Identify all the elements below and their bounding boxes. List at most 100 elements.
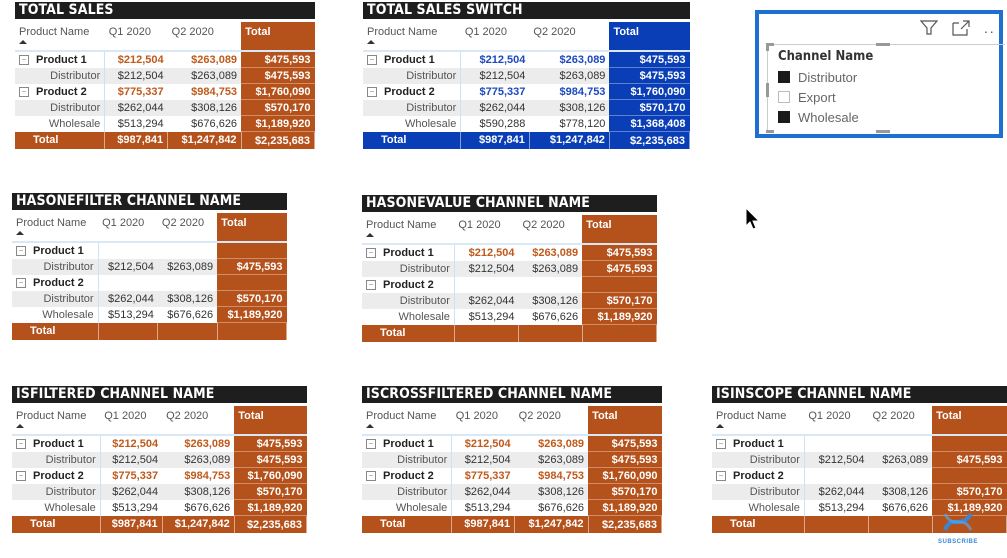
column-header-q1[interactable]: Q1 2020 xyxy=(461,22,530,51)
slicer-item-distributor[interactable]: Distributor xyxy=(778,67,1005,87)
row-header[interactable]: − Product 1 xyxy=(363,51,462,68)
row-header[interactable]: − Product 1 xyxy=(12,242,99,259)
resize-handle[interactable] xyxy=(876,43,890,46)
sort-ascending-icon[interactable] xyxy=(16,424,24,428)
resize-handle[interactable] xyxy=(766,83,769,97)
column-header-product-name[interactable]: Product Name xyxy=(12,406,100,435)
column-header-q2[interactable]: Q2 2020 xyxy=(529,22,609,51)
row-header[interactable]: − Product 1 xyxy=(362,244,455,261)
row-header[interactable]: − Product 2 xyxy=(712,467,805,484)
sort-ascending-icon[interactable] xyxy=(19,40,27,44)
resize-handle[interactable] xyxy=(876,130,890,133)
collapse-icon[interactable]: − xyxy=(16,470,26,481)
sort-ascending-icon[interactable] xyxy=(716,424,724,428)
collapse-icon[interactable]: − xyxy=(366,279,376,290)
sort-ascending-icon[interactable] xyxy=(366,233,374,237)
checkbox[interactable] xyxy=(778,111,790,123)
matrix-isfiltered[interactable]: ISFILTERED CHANNEL NAME Product Name Q1 20… xyxy=(12,386,308,533)
collapse-icon[interactable]: − xyxy=(367,54,377,65)
column-header-total[interactable]: Total xyxy=(588,406,662,435)
row-header[interactable]: − Product 1 xyxy=(362,435,453,452)
matrix-hasonefilter[interactable]: HASONEFILTER CHANNEL NAME Product Name Q1 … xyxy=(12,193,288,340)
column-header-product-name[interactable]: Product Name xyxy=(712,406,804,435)
checkbox[interactable] xyxy=(778,91,790,103)
collapse-icon[interactable]: − xyxy=(19,86,29,97)
column-header-q2[interactable]: Q2 2020 xyxy=(158,213,217,242)
collapse-icon[interactable]: − xyxy=(366,438,376,449)
total-q1: $987,841 xyxy=(104,131,169,149)
cell-q2: $308,126 xyxy=(868,483,933,500)
cell-q2: $263,089 xyxy=(184,437,231,450)
sort-ascending-icon[interactable] xyxy=(16,231,24,235)
collapse-icon[interactable]: − xyxy=(16,277,26,288)
sort-ascending-icon[interactable] xyxy=(367,40,375,44)
collapse-icon[interactable]: − xyxy=(16,438,26,449)
column-header-total[interactable]: Total xyxy=(932,406,1007,435)
row-header[interactable]: − Product 1 xyxy=(15,51,106,68)
row-header[interactable]: − Product 1 xyxy=(712,435,805,452)
collapse-icon[interactable]: − xyxy=(716,438,726,449)
cell-total xyxy=(217,242,287,259)
collapse-icon[interactable]: − xyxy=(367,86,377,97)
column-header-q1[interactable]: Q1 2020 xyxy=(100,406,162,435)
row-header[interactable]: − Product 2 xyxy=(362,467,453,484)
row-header[interactable]: − Product 1 xyxy=(12,435,101,452)
cell-q1: $513,294 xyxy=(464,501,511,514)
column-header-q1[interactable]: Q1 2020 xyxy=(98,213,158,242)
collapse-icon[interactable]: − xyxy=(716,470,726,481)
column-header-q1[interactable]: Q1 2020 xyxy=(804,406,868,435)
collapse-icon[interactable]: − xyxy=(19,54,29,65)
column-header-q2[interactable]: Q2 2020 xyxy=(515,406,588,435)
column-header-product-name[interactable]: Product Name xyxy=(362,406,452,435)
detail-row: Distributor $262,044 $308,126 $570,170 xyxy=(12,483,307,500)
column-header-q1[interactable]: Q1 2020 xyxy=(454,215,518,244)
column-header-total[interactable]: Total xyxy=(217,213,287,242)
focus-mode-icon[interactable] xyxy=(952,20,970,41)
collapse-icon[interactable]: − xyxy=(16,245,26,256)
column-header-q2[interactable]: Q2 2020 xyxy=(519,215,583,244)
column-header-product-name[interactable]: Product Name xyxy=(12,213,98,242)
filter-icon[interactable] xyxy=(919,20,938,41)
sort-ascending-icon[interactable] xyxy=(366,424,374,428)
channel-name-slicer[interactable]: ·· Channel Name Distributor Export Wholesa… xyxy=(755,10,1005,138)
column-header-q1[interactable]: Q1 2020 xyxy=(452,406,515,435)
row-header[interactable]: − Product 2 xyxy=(12,274,99,291)
cell-q2: $308,126 xyxy=(167,99,242,116)
group-row: − Product 1 xyxy=(12,242,287,259)
column-header-total[interactable]: Total xyxy=(609,22,690,51)
subscribe-watermark[interactable]: SUBSCRIBE xyxy=(938,510,978,545)
collapse-icon[interactable]: − xyxy=(366,247,376,258)
group-row: − Product 2 $775,337 $984,753 $1,760,090 xyxy=(362,467,662,484)
row-header[interactable]: − Product 2 xyxy=(363,83,462,100)
detail-row: Wholesale $513,294 $676,626 $1,189,920 xyxy=(12,306,287,323)
slicer-item-export[interactable]: Export xyxy=(778,87,1005,107)
matrix-total-sales-switch[interactable]: TOTAL SALES SWITCH Product Name Q1 2020 Q2 … xyxy=(363,2,691,149)
column-header-q2[interactable]: Q2 2020 xyxy=(869,406,933,435)
matrix-total-sales[interactable]: TOTAL SALES Product Name Q1 2020 Q2 2020 Tot… xyxy=(15,2,316,149)
checkbox[interactable] xyxy=(778,71,790,83)
collapse-icon[interactable]: − xyxy=(366,470,376,481)
row-header[interactable]: − Product 2 xyxy=(15,83,106,100)
column-header-q2[interactable]: Q2 2020 xyxy=(168,22,241,51)
cell-q1: $262,044 xyxy=(451,483,515,500)
cell-q2: $263,089 xyxy=(538,437,585,450)
column-header-total[interactable]: Total xyxy=(234,406,307,435)
row-header[interactable]: − Product 2 xyxy=(362,276,455,293)
matrix-hasonevalue[interactable]: HASONEVALUE CHANNEL NAME Product Name Q1 2… xyxy=(362,195,658,342)
resize-handle[interactable] xyxy=(766,43,769,51)
slicer-item-wholesale[interactable]: Wholesale xyxy=(778,107,1005,127)
cell-q2: $263,089 xyxy=(162,451,235,468)
more-options-icon[interactable]: ·· xyxy=(984,23,995,39)
cell-q2: $308,126 xyxy=(529,99,610,116)
cell-total: $475,593 xyxy=(582,244,657,261)
column-header-product-name[interactable]: Product Name xyxy=(15,22,105,51)
column-header-total[interactable]: Total xyxy=(582,215,657,244)
column-header-total[interactable]: Total xyxy=(241,22,315,51)
matrix-iscrossfiltered[interactable]: ISCROSSFILTERED CHANNEL NAME Product Name… xyxy=(362,386,663,533)
column-header-product-name[interactable]: Product Name xyxy=(363,22,461,51)
column-header-q1[interactable]: Q1 2020 xyxy=(105,22,168,51)
column-header-q2[interactable]: Q2 2020 xyxy=(162,406,234,435)
resize-handle[interactable] xyxy=(766,130,774,133)
column-header-product-name[interactable]: Product Name xyxy=(362,215,454,244)
row-header[interactable]: − Product 2 xyxy=(12,467,101,484)
